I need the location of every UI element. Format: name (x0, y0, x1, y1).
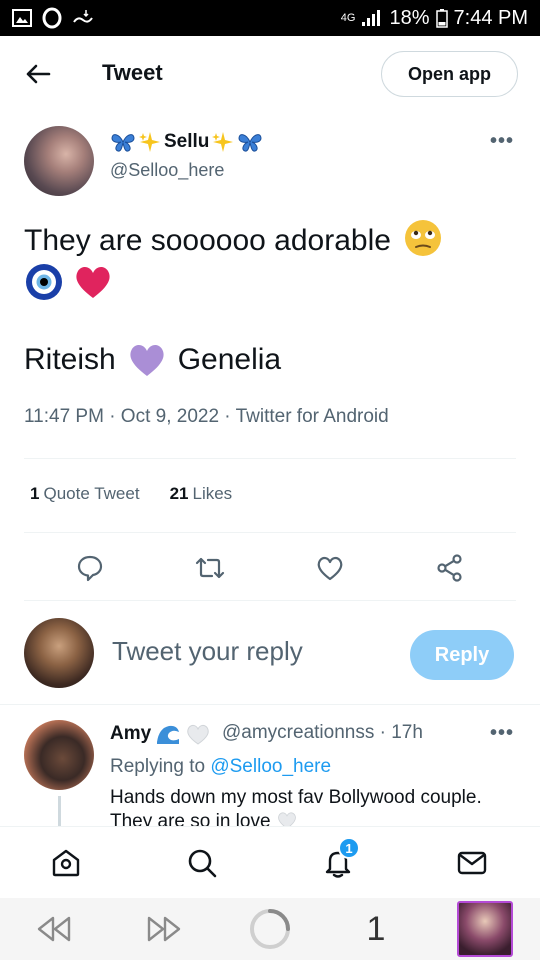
author-display-name[interactable]: Sellu (110, 130, 263, 154)
data-saver-icon (73, 10, 93, 23)
author-handle[interactable]: @Selloo_here (110, 160, 224, 181)
profile-thumbnail (457, 901, 513, 957)
retweet-action-button[interactable] (188, 546, 232, 590)
tweet-meta[interactable]: 11:47 PM · Oct 9, 2022 · Twitter for And… (24, 406, 389, 428)
battery-percent: 18% (389, 6, 430, 29)
back-button[interactable] (22, 58, 54, 90)
sparkles-icon (139, 132, 160, 152)
tab-count: 1 (366, 909, 386, 948)
divider (24, 532, 516, 533)
bottom-tab-bar: 1 (0, 826, 540, 898)
rolling-eyes-emoji-icon (405, 220, 442, 256)
browser-reload-button[interactable] (246, 908, 294, 950)
red-heart-icon (76, 267, 110, 298)
divider (24, 458, 516, 459)
browser-back-button[interactable] (30, 908, 78, 950)
nazar-amulet-icon (26, 264, 62, 300)
loading-spinner-icon (250, 909, 290, 949)
reply-text: Hands down my most fav Bollywood couple.… (110, 786, 510, 826)
reply-more-options-button[interactable]: ••• (490, 722, 514, 745)
replying-to: Replying to @Selloo_here (110, 756, 331, 778)
quote-label: Quote Tweet (43, 484, 140, 503)
share-icon (437, 554, 462, 582)
heart-icon (317, 556, 343, 581)
notification-badge: 1 (338, 837, 360, 859)
reply-author-avatar[interactable] (24, 720, 94, 790)
wave-emoji-icon (157, 725, 180, 744)
butterfly-icon (111, 134, 135, 152)
open-app-button[interactable]: Open app (381, 51, 518, 97)
tweet-name-riteish: Riteish (24, 343, 116, 376)
purple-heart-icon (130, 345, 164, 376)
more-options-button[interactable]: ••• (490, 130, 514, 153)
author-name-text: Sellu (164, 131, 210, 152)
author-avatar[interactable] (24, 126, 94, 196)
share-action-button[interactable] (428, 546, 472, 590)
reply-button[interactable]: Reply (410, 630, 514, 680)
battery-icon (435, 9, 448, 28)
tweet-header: Tweet Open app (0, 36, 540, 112)
status-bar: 4G 18% 7:44 PM (0, 0, 540, 36)
signal-icon (362, 10, 381, 26)
tweet-actions (0, 546, 540, 590)
mail-icon (457, 851, 487, 875)
opera-icon (42, 7, 62, 29)
divider (24, 600, 516, 601)
browser-nav-bar: 1 (0, 898, 540, 960)
user-avatar[interactable] (24, 618, 94, 688)
page-title: Tweet (102, 60, 163, 85)
butterfly-icon (238, 134, 262, 152)
reply-action-button[interactable] (68, 546, 112, 590)
tweet-text: They are soooooo adorable (24, 218, 504, 306)
replying-prefix: Replying to (110, 756, 206, 777)
network-type: 4G (340, 11, 356, 24)
clock: 7:44 PM (453, 6, 528, 29)
browser-profile-button[interactable] (456, 901, 514, 957)
home-icon (52, 849, 80, 877)
likes-label: Likes (192, 484, 233, 503)
tweet-text-line2: Riteish Genelia (24, 340, 281, 380)
tweet-stats: 1 Quote Tweet 21 Likes (30, 484, 232, 504)
white-heart-icon (187, 724, 209, 745)
sparkles-icon (212, 132, 234, 152)
tab-messages[interactable] (452, 843, 492, 883)
tab-notifications[interactable]: 1 (318, 837, 360, 883)
retweet-icon (195, 557, 225, 579)
likes-stat[interactable]: 21 Likes (170, 484, 233, 504)
tab-search[interactable] (182, 843, 222, 883)
comment-icon (77, 555, 103, 582)
reply-author-handle[interactable]: @amycreationnss · 17h (222, 722, 423, 744)
browser-forward-button[interactable] (140, 908, 188, 950)
tweet-name-genelia: Genelia (177, 343, 282, 376)
quote-tweets-stat[interactable]: 1 Quote Tweet (30, 484, 140, 504)
replying-to-link[interactable]: @Selloo_here (210, 756, 331, 777)
rewind-icon (37, 916, 71, 942)
quote-count: 1 (30, 484, 40, 503)
likes-count: 21 (169, 484, 189, 503)
tweet-text-line1: They are soooooo adorable (24, 224, 391, 257)
reply-input[interactable] (112, 636, 392, 667)
reply-author-name[interactable]: Amy (110, 722, 211, 746)
like-action-button[interactable] (308, 546, 352, 590)
thread-line (58, 796, 61, 830)
reply-author-name-text: Amy (110, 723, 152, 744)
tab-home[interactable] (46, 843, 86, 883)
arrow-left-icon (26, 64, 51, 84)
divider (0, 704, 540, 705)
browser-tabs-button[interactable]: 1 (356, 908, 396, 950)
fast-forward-icon (147, 916, 181, 942)
white-heart-icon (277, 812, 296, 826)
search-icon (188, 849, 217, 878)
gallery-icon (12, 9, 32, 27)
